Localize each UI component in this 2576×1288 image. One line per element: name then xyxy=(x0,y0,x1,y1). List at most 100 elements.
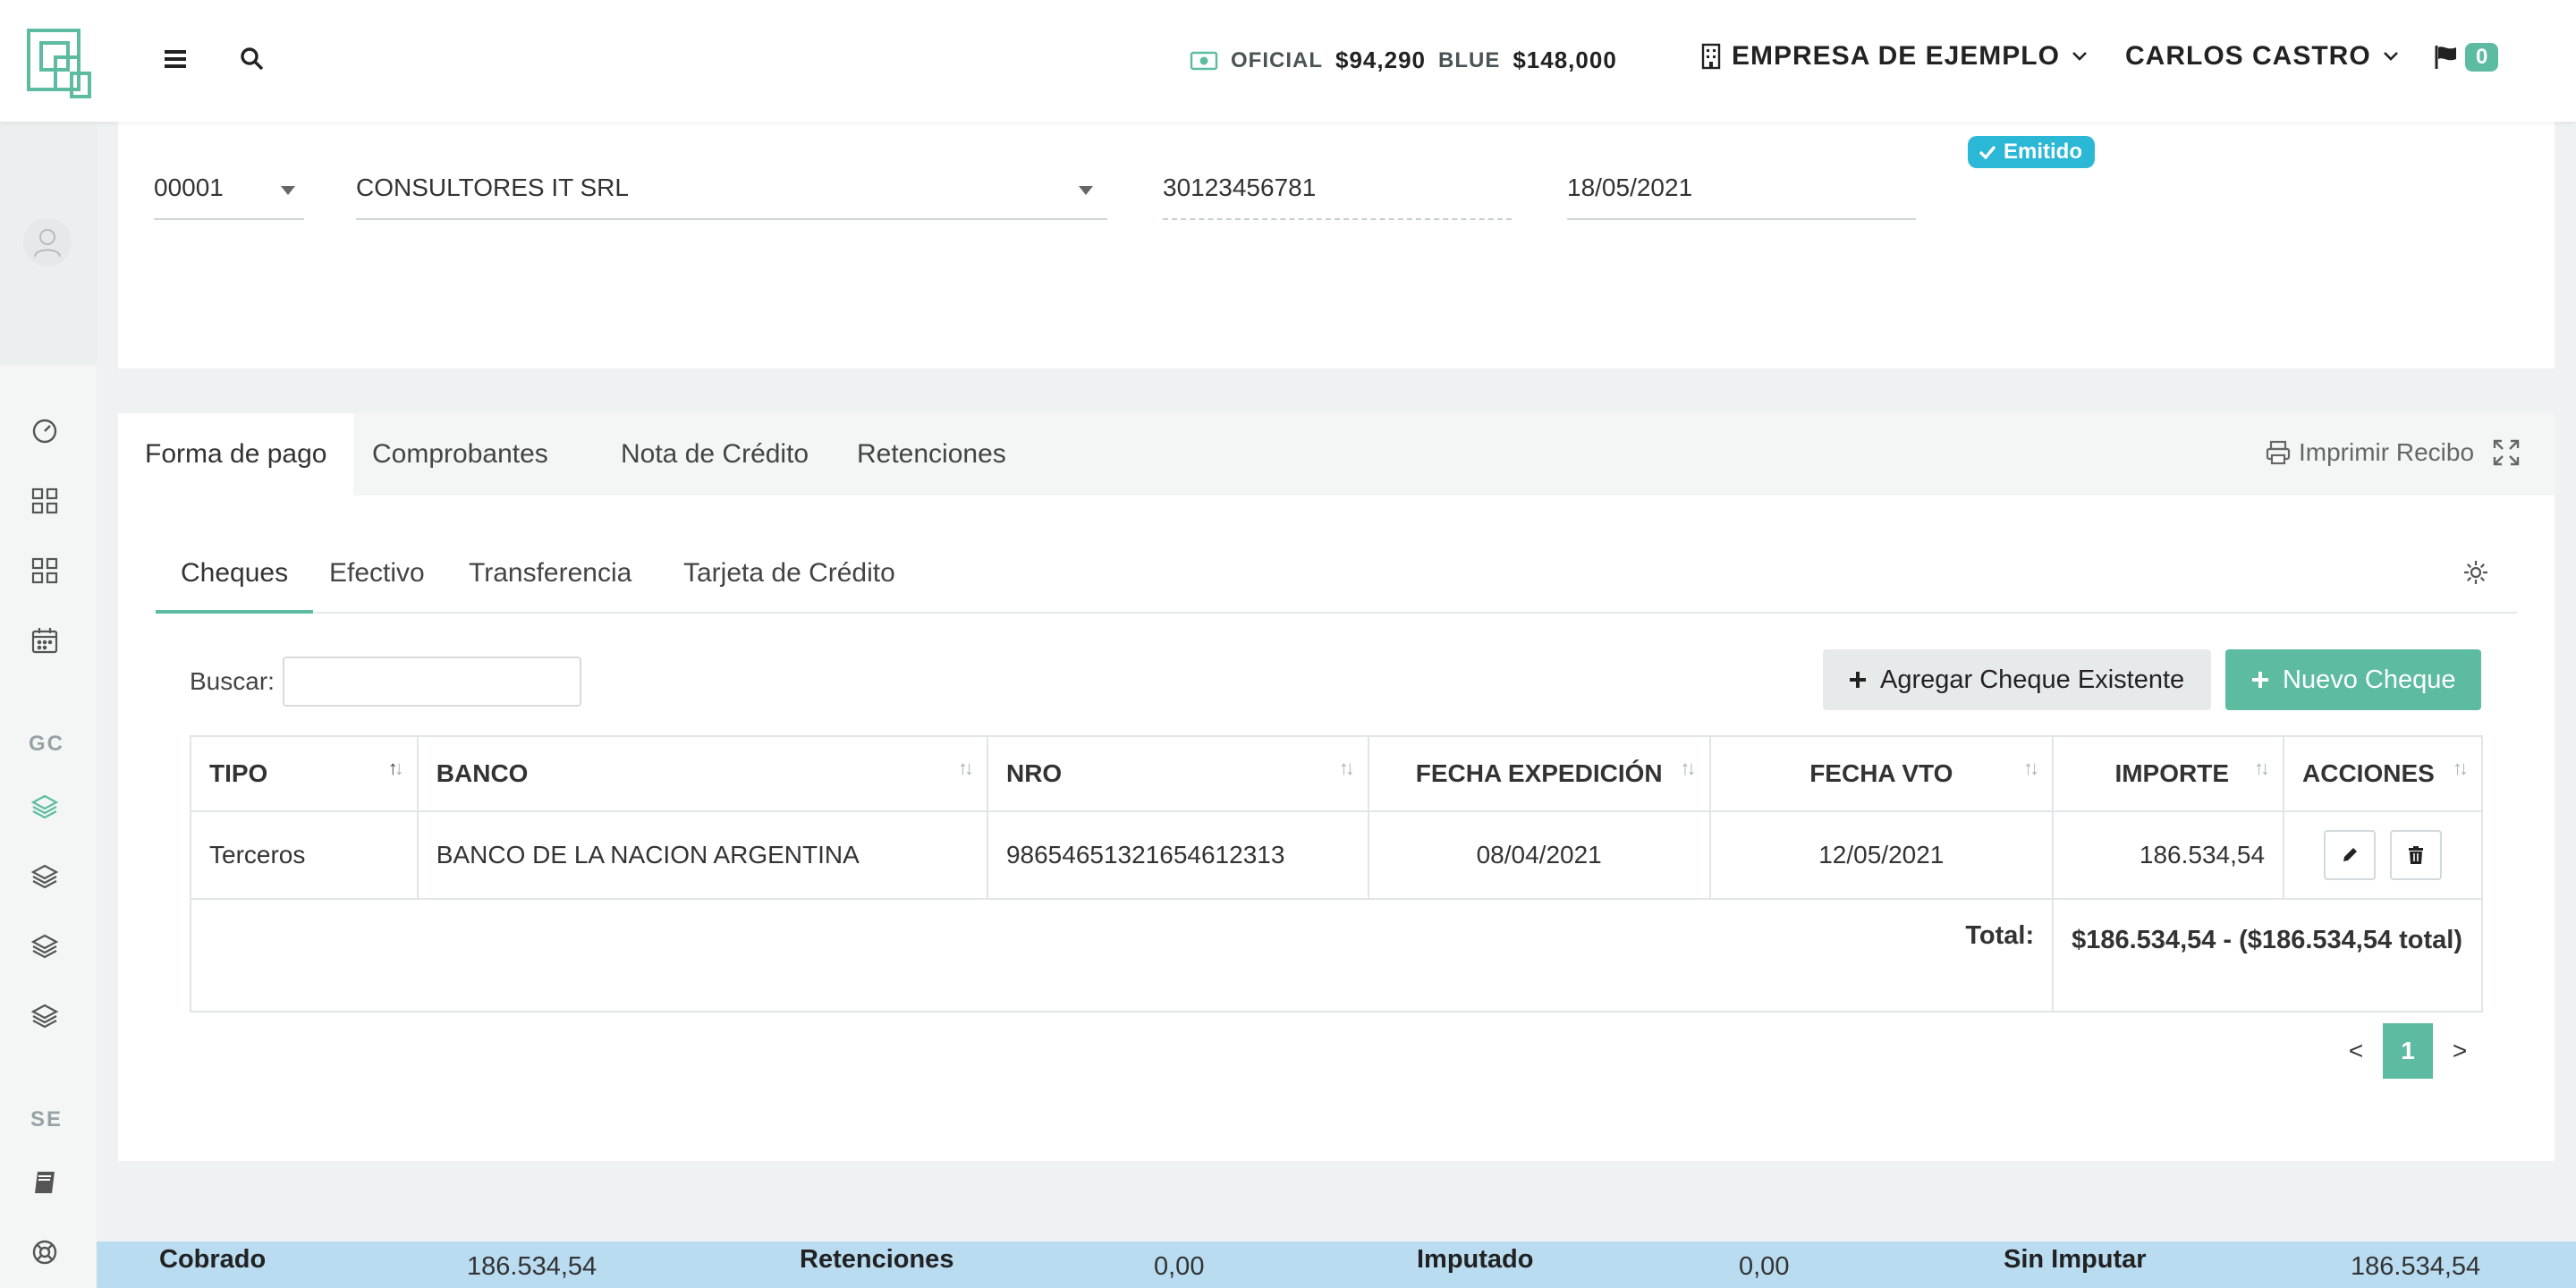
book-icon[interactable] xyxy=(29,1166,61,1199)
gear-icon[interactable] xyxy=(2462,558,2494,590)
search-label: Buscar: xyxy=(190,667,275,695)
table-header-row: TIPO ↑↓ BANCO ↑↓ NRO ↑↓ FECHA EXPEDICIÓN ↑↓ … xyxy=(190,735,2483,812)
fecha-value: 18/05/2021 xyxy=(1567,174,1693,201)
notification-count: 0 xyxy=(2465,43,2499,72)
summary-imputado-label: Imputado xyxy=(1417,1245,1534,1274)
status-text: Emitido xyxy=(2004,140,2082,164)
logo-icon[interactable] xyxy=(25,27,93,100)
pv-value: 00001 xyxy=(154,174,224,201)
edit-button[interactable] xyxy=(2324,830,2377,880)
sort-icon: ↑↓ xyxy=(2023,757,2039,779)
new-cheque-button[interactable]: Nuevo Cheque xyxy=(2225,649,2481,710)
rate-oficial-value: $94,290 xyxy=(1335,47,1426,73)
rate-blue-label: BLUE xyxy=(1438,47,1501,72)
cell-tipo: Terceros xyxy=(190,810,419,900)
pencil-icon xyxy=(2343,848,2358,861)
avatar[interactable] xyxy=(23,218,72,267)
flag-icon xyxy=(2435,46,2456,69)
tab-nota-de-credito[interactable]: Nota de Crédito xyxy=(594,413,835,496)
summary-cobrado-label: Cobrado xyxy=(159,1245,267,1274)
dashboard-icon[interactable] xyxy=(29,415,61,447)
cell-nro: 98654651321654612313 xyxy=(986,810,1369,900)
cell-acciones xyxy=(2283,810,2483,900)
status-badge: Emitido xyxy=(1968,136,2095,168)
receipt-header-card: 00001 CONSULTORES IT SRL 30123456781 18/… xyxy=(118,122,2555,369)
rate-oficial-label: OFICIAL xyxy=(1231,47,1323,72)
plus-icon xyxy=(1850,672,1866,688)
building-icon xyxy=(1701,43,1721,70)
pagination-prev[interactable]: < xyxy=(2331,1023,2381,1079)
user-icon xyxy=(34,229,61,258)
column-header-nro[interactable]: NRO ↑↓ xyxy=(986,735,1369,812)
company-name: EMPRESA DE EJEMPLO xyxy=(1732,41,2060,71)
notifications[interactable]: 0 xyxy=(2433,43,2499,72)
plus-icon xyxy=(2252,672,2268,688)
column-header-fecha-expedicion[interactable]: FECHA EXPEDICIÓN ↑↓ xyxy=(1367,735,1711,812)
layers-icon[interactable] xyxy=(29,930,61,962)
table-total-row: Total: $186.534,54 - ($186.534,54 total) xyxy=(189,898,2483,1013)
chevron-down-icon xyxy=(2383,52,2398,61)
cliente-value: CONSULTORES IT SRL xyxy=(356,174,629,201)
sort-icon: ↑↓ xyxy=(2254,757,2270,779)
calendar-icon[interactable] xyxy=(29,624,61,657)
summary-sin-imputar-value: 186.534,54 xyxy=(2351,1252,2481,1281)
tab-forma-de-pago[interactable]: Forma de pago xyxy=(118,413,354,496)
column-header-acciones[interactable]: ACCIONES ↑↓ xyxy=(2283,735,2483,812)
sidebar: GC SE xyxy=(0,0,97,1288)
company-selector[interactable]: EMPRESA DE EJEMPLO xyxy=(1701,41,2089,72)
search-input[interactable] xyxy=(283,657,581,707)
add-existing-cheque-button[interactable]: Agregar Cheque Existente xyxy=(1823,649,2211,710)
tab-comprobantes[interactable]: Comprobantes xyxy=(345,413,575,496)
support-icon[interactable] xyxy=(29,1236,61,1268)
new-cheque-label: Nuevo Cheque xyxy=(2283,665,2456,694)
layers-icon[interactable] xyxy=(29,860,61,893)
menu-icon[interactable] xyxy=(159,43,191,75)
tab-retenciones[interactable]: Retenciones xyxy=(830,413,1033,496)
money-icon xyxy=(1190,51,1218,70)
printer-icon xyxy=(2266,440,2291,465)
expand-icon[interactable] xyxy=(2492,438,2524,470)
tab-efectivo[interactable]: Efectivo xyxy=(304,549,450,614)
column-header-tipo[interactable]: TIPO ↑↓ xyxy=(190,735,419,812)
payment-card: Forma de pago Comprobantes Nota de Crédi… xyxy=(118,413,2555,1161)
layers-icon[interactable] xyxy=(29,1000,61,1032)
sidebar-section-gc: GC xyxy=(29,732,64,756)
cell-fecha-expedicion: 08/04/2021 xyxy=(1367,810,1711,900)
cuit-value: 30123456781 xyxy=(1163,174,1317,201)
topbar: OFICIAL $94,290 BLUE $148,000 EMPRESA DE… xyxy=(0,0,2576,122)
tab-cheques[interactable]: Cheques xyxy=(156,549,314,614)
user-menu[interactable]: CARLOS CASTRO xyxy=(2125,41,2400,72)
sort-icon: ↑↓ xyxy=(2453,757,2469,779)
user-name: CARLOS CASTRO xyxy=(2125,41,2371,71)
grid-icon[interactable] xyxy=(29,485,61,517)
summary-retenciones-label: Retenciones xyxy=(800,1245,954,1274)
column-header-fecha-vto[interactable]: FECHA VTO ↑↓ xyxy=(1708,735,2055,812)
summary-imputado-value: 0,00 xyxy=(1739,1252,1790,1281)
pagination-next[interactable]: > xyxy=(2435,1023,2485,1079)
total-value: $186.534,54 - ($186.534,54 total) xyxy=(2052,898,2483,1013)
layers-icon[interactable] xyxy=(29,791,61,823)
column-header-importe[interactable]: IMPORTE ↑↓ xyxy=(2052,735,2285,812)
rate-blue: BLUE $148,000 xyxy=(1438,47,1617,74)
delete-button[interactable] xyxy=(2389,830,2442,880)
print-receipt-button[interactable]: Imprimir Recibo xyxy=(2265,438,2474,467)
grid-icon[interactable] xyxy=(29,555,61,587)
tab-tarjeta-de-credito[interactable]: Tarjeta de Crédito xyxy=(658,549,920,614)
pagination-page-1[interactable]: 1 xyxy=(2383,1023,2433,1079)
trash-icon xyxy=(2408,846,2423,864)
check-icon xyxy=(1979,145,1996,159)
sort-icon: ↑↓ xyxy=(387,757,404,779)
column-header-banco[interactable]: BANCO ↑↓ xyxy=(416,735,988,812)
cheques-table: TIPO ↑↓ BANCO ↑↓ NRO ↑↓ FECHA EXPEDICIÓN ↑↓ … xyxy=(189,735,2483,1013)
chevron-down-icon xyxy=(2072,52,2087,61)
add-existing-cheque-label: Agregar Cheque Existente xyxy=(1880,665,2185,694)
search-icon[interactable] xyxy=(236,43,268,75)
sort-icon: ↑↓ xyxy=(1338,757,1355,779)
summary-bar: Cobrado 186.534,54 Retenciones 0,00 Impu… xyxy=(97,1241,2576,1288)
outer-tabs: Forma de pago Comprobantes Nota de Crédi… xyxy=(118,413,2555,496)
cell-fecha-vto: 12/05/2021 xyxy=(1708,810,2055,900)
print-label: Imprimir Recibo xyxy=(2299,438,2475,466)
sort-icon: ↑↓ xyxy=(957,757,974,779)
sort-icon: ↑↓ xyxy=(1680,757,1697,779)
tab-transferencia[interactable]: Transferencia xyxy=(444,549,657,614)
